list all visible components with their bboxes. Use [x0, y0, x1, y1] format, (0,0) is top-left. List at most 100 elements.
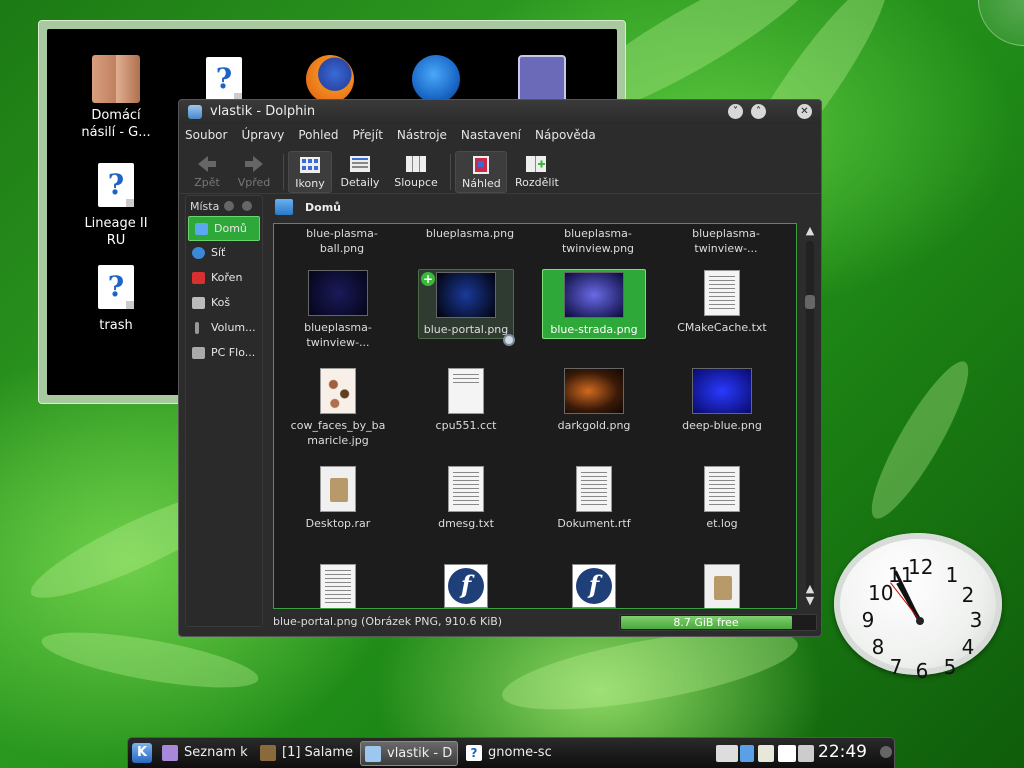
clipboard-icon[interactable]: [758, 745, 774, 762]
split-button[interactable]: Rozdělit: [509, 151, 563, 193]
file-name: cpu551.cct: [435, 419, 497, 432]
menu-settings[interactable]: Nastavení: [461, 128, 521, 142]
kde-menu-button[interactable]: K: [132, 743, 152, 763]
minimize-button[interactable]: ˅: [728, 104, 743, 119]
scroll-down-button[interactable]: ▼: [804, 595, 816, 607]
scroll-handle[interactable]: [805, 295, 815, 309]
task-button[interactable]: [1] Salame: [256, 741, 356, 766]
vertical-scrollbar[interactable]: ▲ ▲ ▼: [803, 223, 817, 609]
task-button[interactable]: Seznam k: [158, 741, 250, 766]
file-item[interactable]: blueplasma- twinview.png: [536, 226, 660, 256]
task-button[interactable]: vlastik - D: [360, 741, 458, 766]
file-item[interactable]: cow_faces_by_ba maricle.jpg: [276, 368, 400, 448]
file-item[interactable]: dmesg.txt: [404, 466, 528, 531]
scroll-track[interactable]: [806, 241, 814, 591]
unknown-file-icon: ?: [92, 265, 140, 313]
file-item[interactable]: blueplasma- twinview-...: [276, 270, 400, 350]
add-to-selection-icon[interactable]: +: [421, 272, 435, 286]
clock-numeral: 3: [969, 608, 983, 632]
pidgin-icon: [162, 745, 178, 761]
panel-float-button[interactable]: [224, 201, 234, 211]
window-titlebar[interactable]: vlastik - Dolphin ˅ ˄ ✕: [179, 100, 821, 124]
fedora-icon: f: [444, 564, 488, 608]
file-item[interactable]: [660, 564, 784, 608]
toolbar-separator: [283, 154, 284, 190]
place-item-network[interactable]: Síť: [186, 241, 262, 266]
breadcrumb[interactable]: Domů: [305, 201, 341, 214]
menu-help[interactable]: Nápověda: [535, 128, 596, 142]
analog-clock[interactable]: 12 1 2 3 4 5 6 7 8 9 10 11: [834, 533, 1002, 683]
icons-view-button[interactable]: Ikony: [288, 151, 332, 193]
free-space-label: 8.7 GiB free: [673, 616, 739, 629]
desktop-icon[interactable]: ? Lineage II RU: [71, 161, 161, 249]
download-icon[interactable]: [740, 745, 754, 762]
panel-toolbox-icon[interactable]: [880, 746, 892, 758]
details-view-icon: [349, 154, 371, 174]
digital-clock[interactable]: 22:49: [818, 742, 867, 762]
file-item[interactable]: deep-blue.png: [660, 368, 784, 433]
desktop-icon[interactable]: Domácí násilí - G...: [71, 55, 161, 141]
close-button[interactable]: ✕: [797, 104, 812, 119]
forward-button[interactable]: Vpřed: [231, 151, 277, 193]
columns-view-button[interactable]: Sloupce: [388, 151, 444, 193]
file-icon-view[interactable]: blue-plasma- ball.png blueplasma.png blu…: [273, 223, 797, 609]
floppy-icon: [192, 347, 205, 359]
place-item-root[interactable]: Kořen: [186, 266, 262, 291]
image-thumbnail: [692, 368, 752, 414]
archive-icon: [320, 466, 356, 512]
place-label: PC Flo...: [211, 346, 256, 359]
clock-numeral: 8: [871, 635, 885, 659]
file-item[interactable]: CMakeCache.txt: [660, 270, 784, 335]
back-button[interactable]: Zpět: [185, 151, 229, 193]
file-item[interactable]: blue-plasma- ball.png: [280, 226, 404, 256]
places-panel: Místa Domů Síť Kořen Koš Volum... PC Flo…: [185, 195, 263, 627]
details-view-button[interactable]: Detaily: [334, 151, 386, 193]
image-thumbnail: [564, 272, 624, 318]
file-item[interactable]: Dokument.rtf: [532, 466, 656, 531]
network-icon: [192, 247, 205, 259]
dolphin-app-icon[interactable]: [188, 105, 202, 119]
file-item[interactable]: et.log: [660, 466, 784, 531]
file-item[interactable]: cpu551.cct: [404, 368, 528, 433]
scroll-up-button[interactable]: ▲: [804, 225, 816, 237]
place-item-trash[interactable]: Koš: [186, 291, 262, 316]
file-item[interactable]: f: [404, 564, 528, 608]
task-button[interactable]: ? gnome-sc: [462, 741, 560, 766]
maximize-button[interactable]: ˄: [751, 104, 766, 119]
file-item[interactable]: darkgold.png: [532, 368, 656, 433]
file-item[interactable]: Desktop.rar: [276, 466, 400, 531]
file-item[interactable]: f: [532, 564, 656, 608]
plasma-cashew[interactable]: [978, 0, 1024, 46]
menu-go[interactable]: Přejít: [352, 128, 382, 142]
place-item-home[interactable]: Domů: [188, 216, 260, 241]
desktop-icon[interactable]: ? trash: [71, 263, 161, 334]
main-toolbar: Zpět Vpřed Ikony Detaily Sloupce Náhled …: [179, 146, 821, 194]
text-file-icon: [704, 270, 740, 316]
device-notifier-icon[interactable]: [778, 745, 796, 762]
menu-tools[interactable]: Nástroje: [397, 128, 447, 142]
location-bar[interactable]: Domů: [273, 197, 803, 219]
home-folder-icon[interactable]: [275, 199, 293, 215]
faces-image-icon: [92, 55, 140, 103]
place-item-volume[interactable]: Volum...: [186, 316, 262, 341]
file-item[interactable]: [276, 564, 400, 608]
file-item[interactable]: blueplasma.png: [408, 226, 532, 241]
preview-label: Náhled: [462, 177, 501, 190]
drive-icon: [195, 322, 199, 334]
gear-icon: [503, 334, 515, 346]
toolbar-separator: [450, 154, 451, 190]
file-item[interactable]: + blue-portal.png: [418, 269, 515, 346]
panel-close-button[interactable]: [242, 201, 252, 211]
file-item[interactable]: blueplasma- twinview-...: [664, 226, 788, 256]
file-item[interactable]: blue-strada.png: [542, 269, 646, 339]
image-thumbnail: [308, 270, 368, 316]
file-name: blueplasma- twinview-...: [692, 227, 760, 255]
menu-file[interactable]: Soubor: [185, 128, 227, 142]
mixer-icon[interactable]: [798, 745, 814, 762]
place-item-floppy[interactable]: PC Flo...: [186, 341, 262, 366]
preview-button[interactable]: Náhled: [455, 151, 507, 193]
keyboard-layout-icon[interactable]: [716, 745, 738, 762]
file-name: Desktop.rar: [305, 517, 371, 530]
menu-view[interactable]: Pohled: [298, 128, 338, 142]
menu-edit[interactable]: Úpravy: [241, 128, 284, 142]
